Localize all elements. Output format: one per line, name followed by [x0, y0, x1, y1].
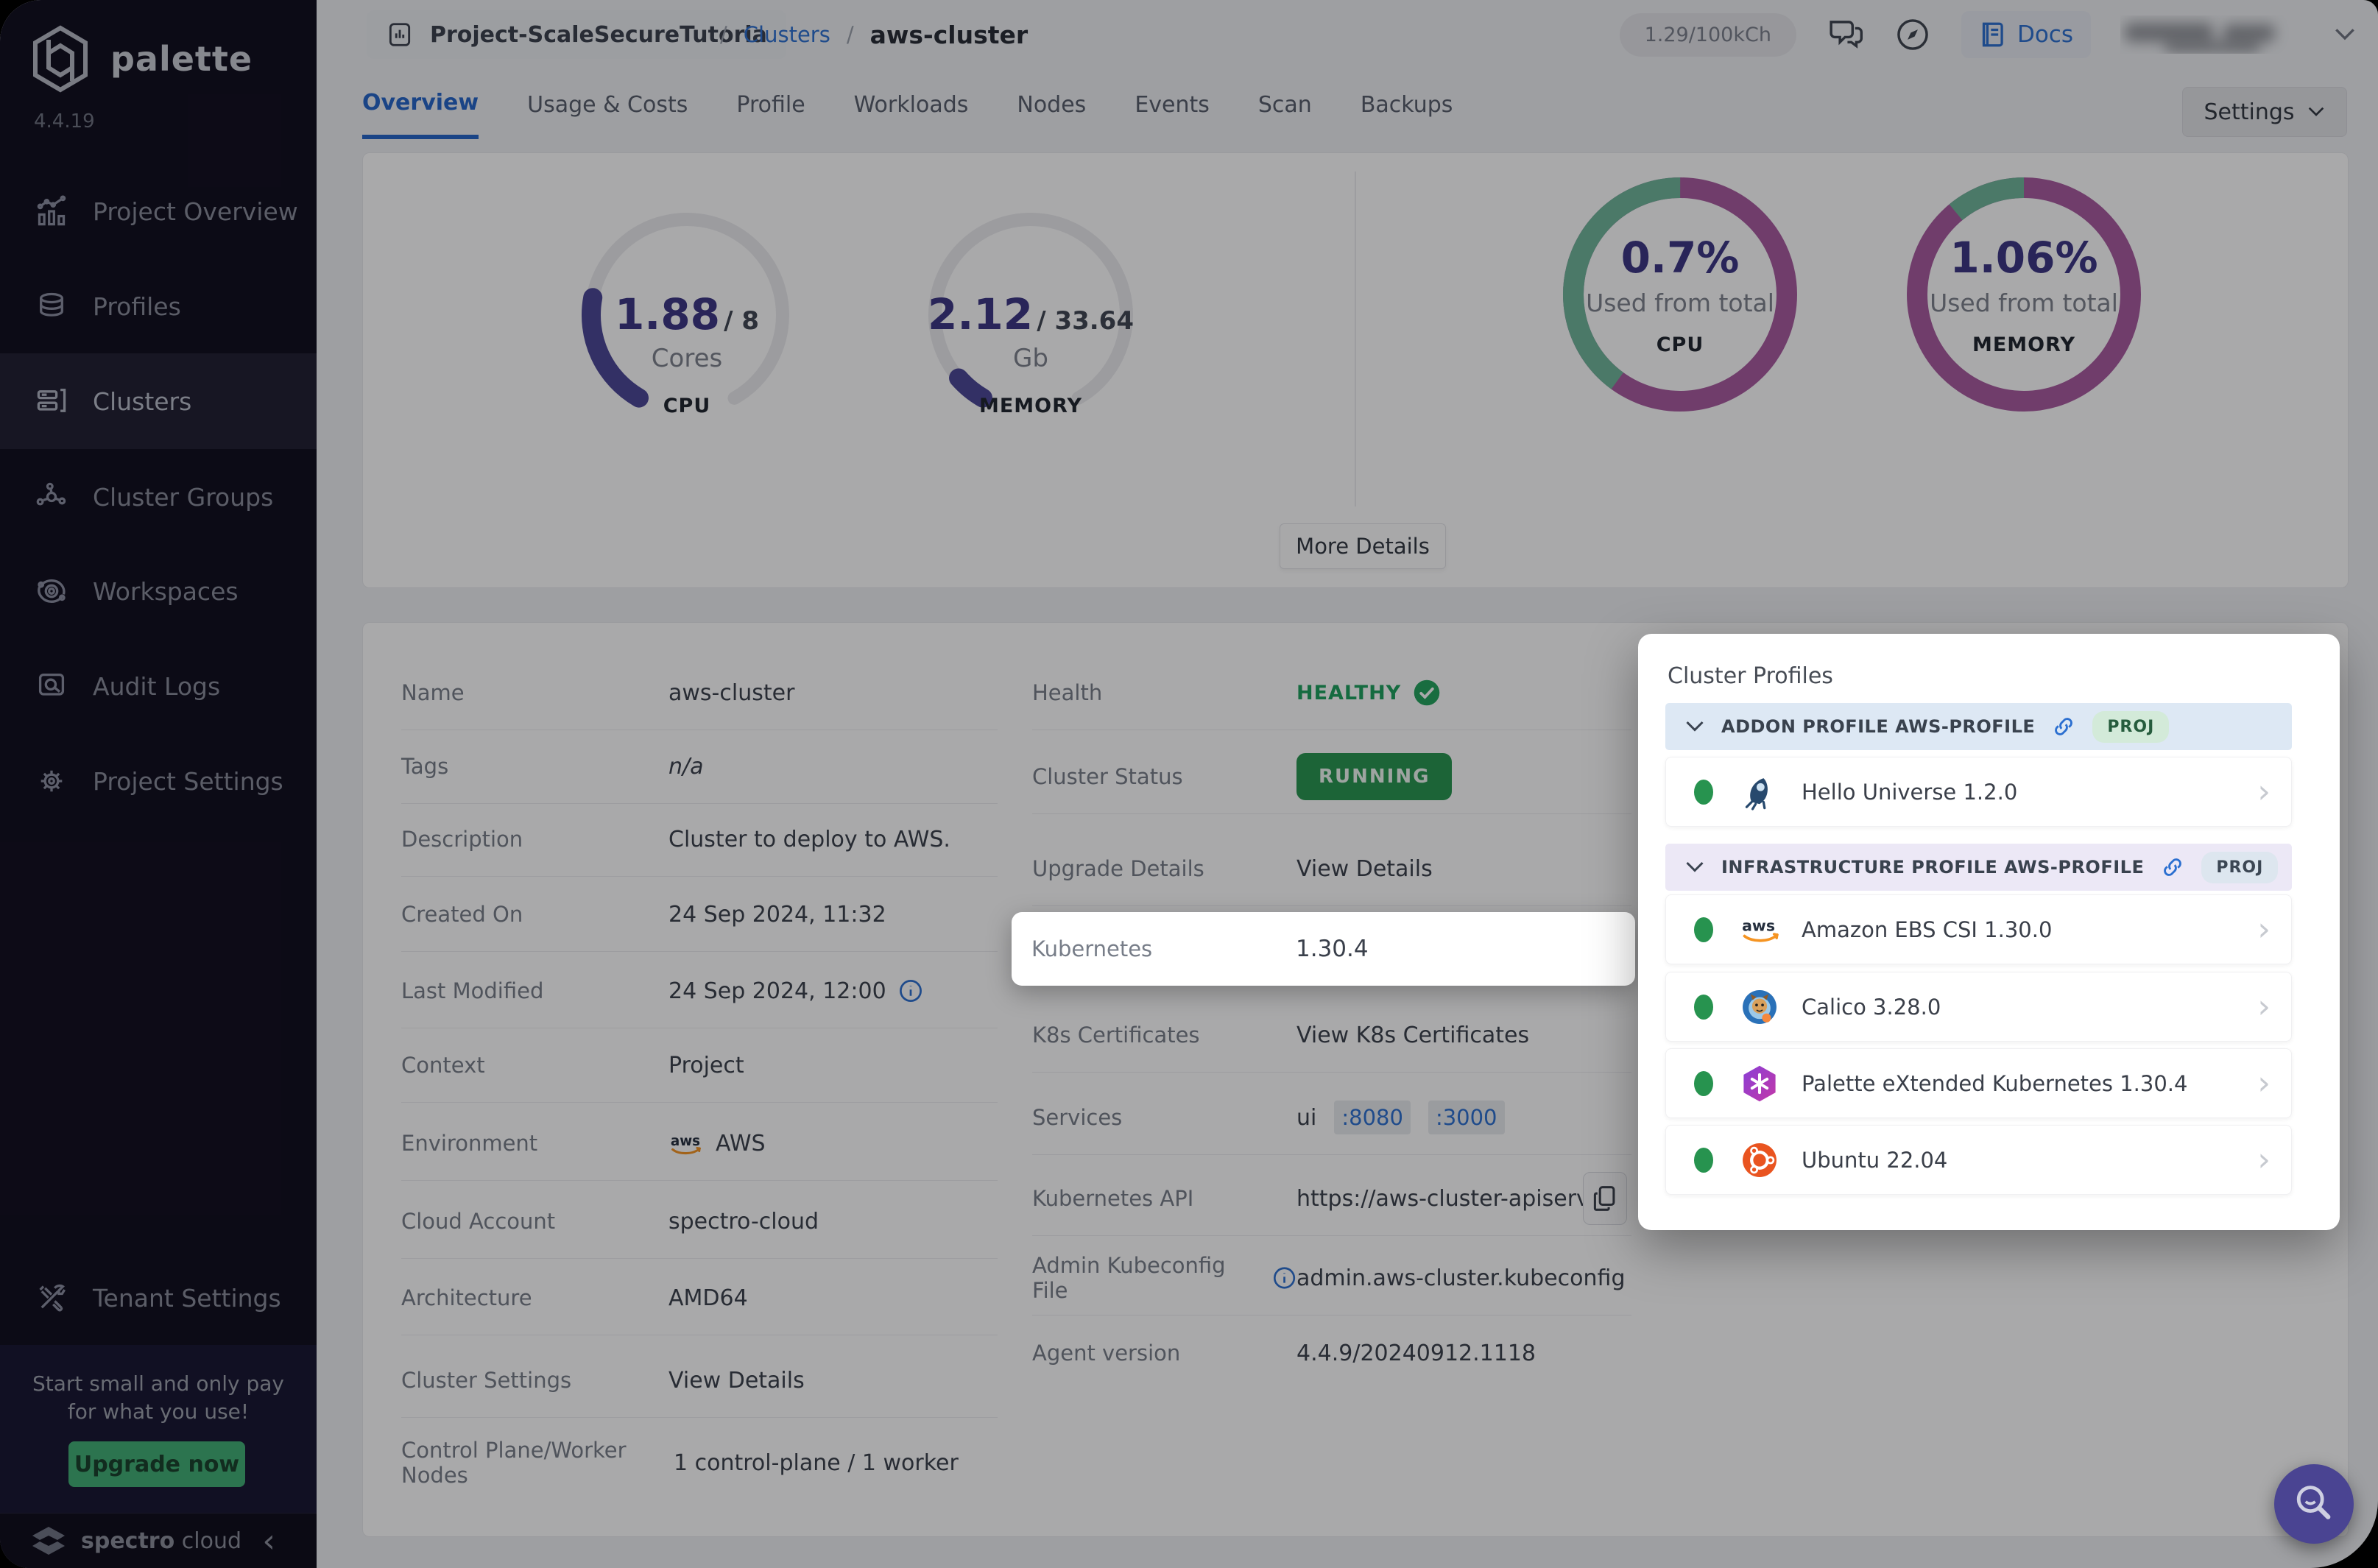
- status-dot-green: [1694, 779, 1713, 805]
- calico-icon: [1738, 986, 1781, 1028]
- profile-layer-label: Amazon EBS CSI 1.30.0: [1802, 917, 2053, 942]
- profile-layer-label: Ubuntu 22.04: [1802, 1147, 1948, 1173]
- magnifier-smile-icon: [2296, 1486, 2331, 1519]
- status-dot-green: [1694, 994, 1713, 1020]
- addon-profile-group-header[interactable]: ADDON PROFILE AWS-PROFILE PROJ: [1665, 703, 2292, 750]
- chevron-right-icon: ›: [2257, 1140, 2271, 1179]
- profile-layer-hello-universe[interactable]: Hello Universe 1.2.0 ›: [1665, 757, 2292, 827]
- profile-layer-calico[interactable]: Calico 3.28.0 ›: [1665, 972, 2292, 1042]
- proj-scope-badge: PROJ: [2201, 851, 2279, 883]
- aws-icon: aws: [1738, 908, 1781, 951]
- profile-layer-palette-extended-kubernetes[interactable]: Palette eXtended Kubernetes 1.30.4 ›: [1665, 1048, 2292, 1118]
- cluster-profiles-list: ADDON PROFILE AWS-PROFILE PROJ Hello Uni…: [1665, 703, 2312, 1205]
- search-assistant-fab[interactable]: [2274, 1464, 2354, 1544]
- proj-scope-badge: PROJ: [2092, 710, 2170, 743]
- hello-universe-icon: [1738, 771, 1781, 813]
- chevron-down-icon: [1686, 861, 1704, 872]
- palette-pxk-icon: [1738, 1062, 1781, 1105]
- status-dot-green: [1694, 1147, 1713, 1173]
- kubernetes-version-spotlight-row[interactable]: Kubernetes 1.30.4: [1012, 912, 1635, 986]
- app-window: palette 4.4.19 Project Overview Profiles…: [0, 0, 2378, 1568]
- chevron-down-icon: [1686, 721, 1704, 732]
- chevron-right-icon: ›: [2257, 987, 2271, 1025]
- profile-layer-label: Palette eXtended Kubernetes 1.30.4: [1802, 1070, 2188, 1096]
- profile-layer-ubuntu[interactable]: Ubuntu 22.04 ›: [1665, 1125, 2292, 1195]
- chevron-right-icon: ›: [2257, 772, 2271, 811]
- cluster-profiles-panel: Cluster Profiles ADDON PROFILE AWS-PROFI…: [1638, 634, 2340, 1230]
- profile-layer-label: Calico 3.28.0: [1802, 994, 1941, 1020]
- link-icon[interactable]: [2160, 855, 2185, 880]
- addon-profile-name: ADDON PROFILE AWS-PROFILE: [1721, 716, 2036, 737]
- svg-text:aws: aws: [1742, 917, 1775, 934]
- profile-layer-label: Hello Universe 1.2.0: [1802, 779, 2018, 805]
- profile-layer-amazon-ebs-csi[interactable]: aws Amazon EBS CSI 1.30.0 ›: [1665, 894, 2292, 964]
- status-dot-green: [1694, 917, 1713, 942]
- kubernetes-label: Kubernetes: [1031, 936, 1153, 961]
- infrastructure-profile-group-header[interactable]: INFRASTRUCTURE PROFILE AWS-PROFILE PROJ: [1665, 844, 2292, 891]
- infrastructure-profile-name: INFRASTRUCTURE PROFILE AWS-PROFILE: [1721, 857, 2145, 877]
- ubuntu-icon: [1738, 1139, 1781, 1182]
- chevron-right-icon: ›: [2257, 1064, 2271, 1102]
- link-icon[interactable]: [2051, 714, 2076, 739]
- cluster-profiles-title: Cluster Profiles: [1668, 663, 1833, 689]
- chevron-right-icon: ›: [2257, 910, 2271, 948]
- status-dot-green: [1694, 1070, 1713, 1096]
- kubernetes-version-value: 1.30.4: [1296, 936, 1369, 962]
